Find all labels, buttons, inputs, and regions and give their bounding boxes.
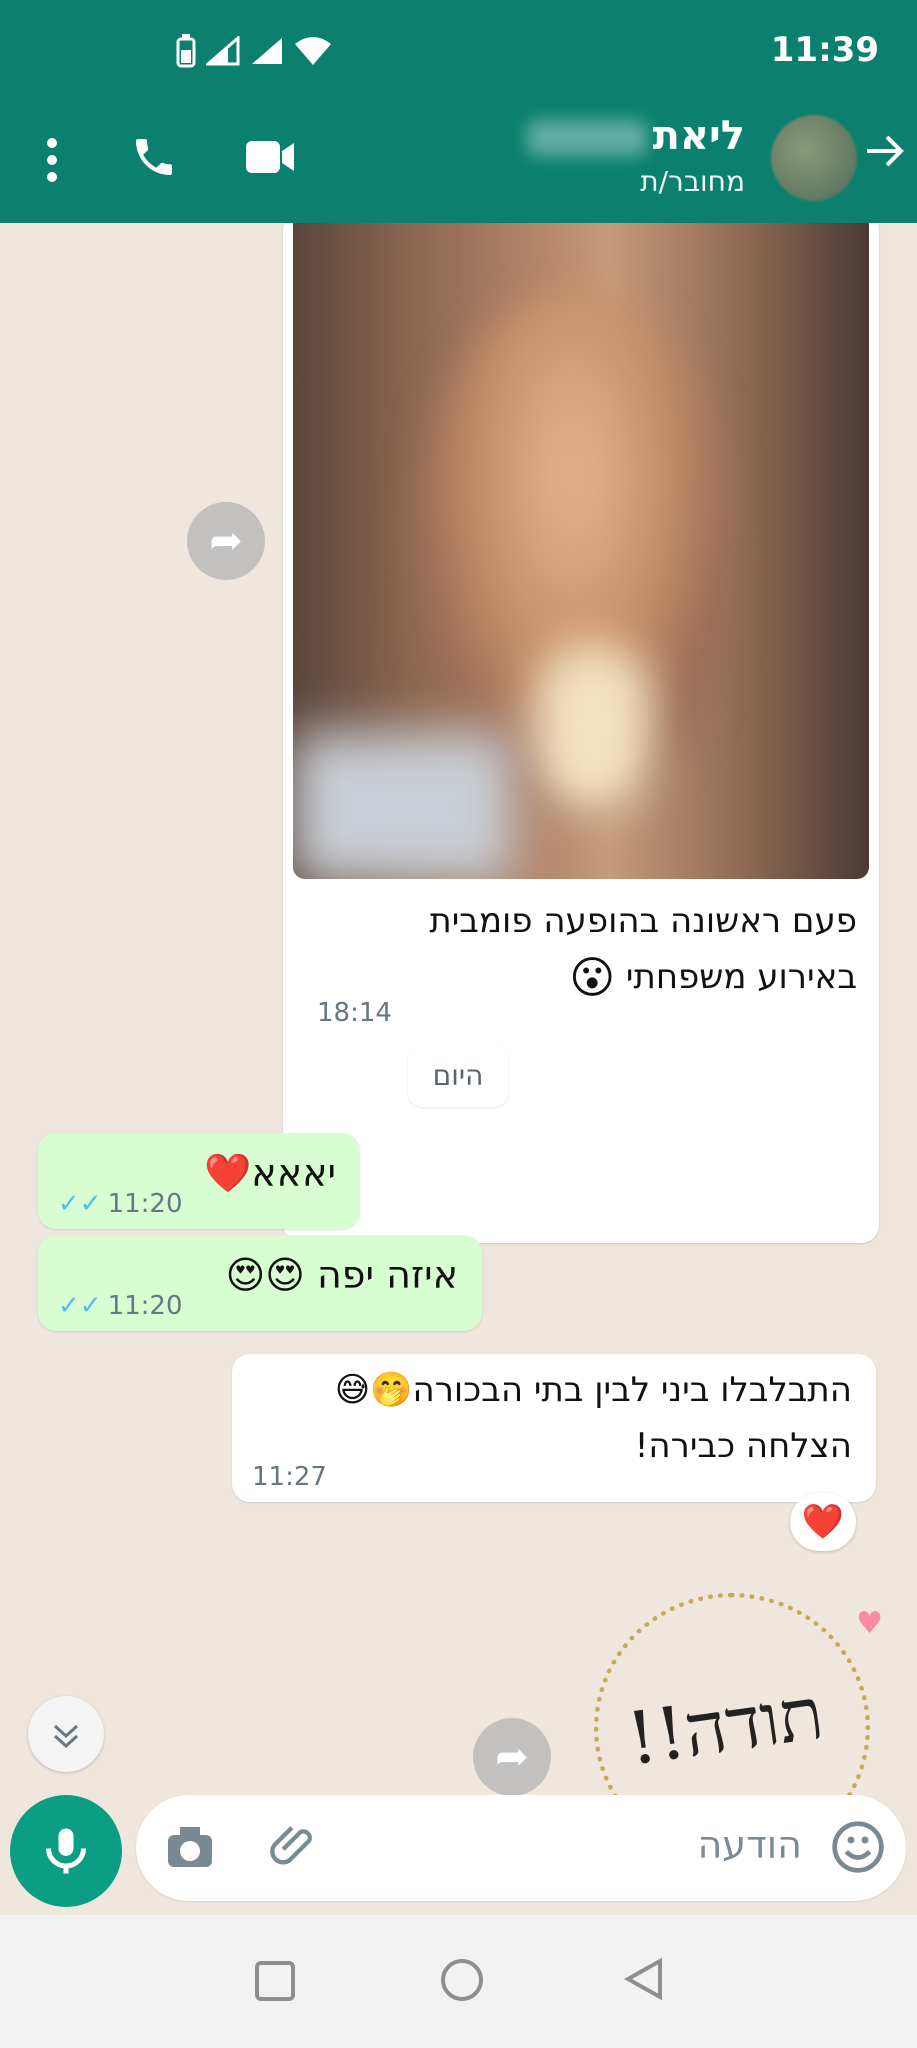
read-ticks-icon: ✓✓ — [58, 1189, 102, 1219]
video-icon[interactable] — [244, 137, 296, 177]
emoji-icon[interactable] — [830, 1819, 886, 1875]
system-navbar — [0, 1915, 917, 2048]
message-time: 18:14 — [317, 998, 392, 1028]
date-chip: היום — [408, 1045, 508, 1107]
clock: 11:39 — [770, 30, 879, 70]
message-line-1: התבלבלו ביני לבין בתי הבכורה🤭😅 — [334, 1370, 852, 1410]
thanks-sticker[interactable]: תודה!! ♥ — [594, 1593, 883, 1795]
nav-circle-icon[interactable] — [441, 1959, 483, 2001]
battery-icon — [176, 34, 196, 68]
reaction-badge[interactable]: ❤️ — [790, 1493, 856, 1551]
surprised-emoji: 😮 — [569, 952, 616, 1004]
caption-line-1: פעם ראשונה בהופעה פומבית — [429, 901, 857, 941]
message-time: 11:27 — [252, 1462, 327, 1492]
sticker-text: תודה!! — [622, 1670, 829, 1782]
status-icons — [176, 34, 332, 68]
attach-icon[interactable] — [268, 1819, 320, 1871]
heart-icon: ♥ — [856, 1606, 883, 1641]
message-meta: ✓✓ 11:20 — [58, 1291, 183, 1321]
avatar[interactable] — [771, 115, 857, 201]
heart-emoji: ❤️ — [203, 1151, 252, 1195]
photo-caption: פעם ראשונה בהופעה פומבית באירוע משפחתי 😮… — [317, 893, 857, 1028]
phone-icon[interactable] — [130, 133, 178, 181]
back-icon[interactable] — [861, 127, 909, 175]
contact-status: מחובר/ת — [640, 165, 745, 198]
message-placeholder: הודעה — [697, 1823, 802, 1867]
nav-square-icon[interactable] — [255, 1961, 295, 2001]
signal-icon — [206, 36, 240, 66]
chevron-down-icon — [53, 1724, 79, 1748]
outgoing-message[interactable]: יאאא❤️ ✓✓ 11:20 — [38, 1133, 360, 1229]
wifi-icon — [295, 37, 331, 65]
mic-button[interactable] — [10, 1795, 122, 1907]
chat-area[interactable]: פעם ראשונה בהופעה פומבית באירוע משפחתי 😮… — [0, 223, 917, 1795]
blurred-photo[interactable] — [293, 223, 869, 879]
chat-header: ליאת מחובר/ת — [0, 105, 917, 223]
heart-eyes-emoji: 😍😍 — [225, 1253, 305, 1297]
message-text: יאאא❤️ — [203, 1151, 336, 1195]
outgoing-message[interactable]: איזה יפה 😍😍 ✓✓ 11:20 — [38, 1235, 482, 1331]
camera-icon[interactable] — [164, 1823, 216, 1871]
composer-bar: הודעה — [0, 1795, 917, 1915]
incoming-message[interactable]: התבלבלו ביני לבין בתי הבכורה🤭😅 הצלחה כבי… — [232, 1354, 876, 1502]
contact-name[interactable]: ליאת — [526, 113, 745, 159]
emoji: 🤭😅 — [334, 1370, 413, 1410]
incoming-photo-message[interactable]: פעם ראשונה בהופעה פומבית באירוע משפחתי 😮… — [283, 223, 879, 1243]
scroll-down-button[interactable] — [28, 1696, 104, 1772]
caption-line-2: באירוע משפחתי 😮 — [569, 952, 857, 1004]
message-line-2: הצלחה כבירה! — [634, 1426, 852, 1466]
mic-icon — [46, 1828, 86, 1874]
nav-back-icon[interactable] — [624, 1957, 664, 2001]
forward-icon[interactable]: ➦ — [473, 1718, 551, 1795]
message-text: איזה יפה 😍😍 — [225, 1253, 458, 1297]
status-bar: 11:39 — [0, 0, 917, 105]
message-meta: ✓✓ 11:20 — [58, 1189, 183, 1219]
forward-icon[interactable]: ➦ — [187, 502, 265, 580]
read-ticks-icon: ✓✓ — [58, 1291, 102, 1321]
more-icon[interactable] — [40, 135, 64, 185]
message-input[interactable]: הודעה — [136, 1795, 906, 1901]
signal-icon — [252, 38, 282, 64]
